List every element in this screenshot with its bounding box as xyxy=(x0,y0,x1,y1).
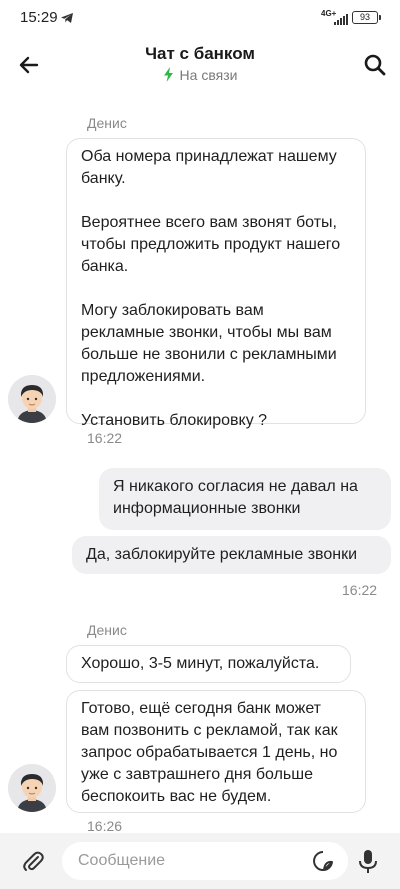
search-icon[interactable] xyxy=(360,50,390,80)
message-timestamp: 16:22 xyxy=(87,430,123,446)
microphone-icon[interactable] xyxy=(358,849,378,880)
paperclip-icon[interactable] xyxy=(20,848,46,879)
sticker-icon[interactable] xyxy=(312,850,334,877)
message-timestamp: 16:22 xyxy=(342,582,378,598)
telegram-icon xyxy=(60,11,74,29)
message-composer: Сообщение xyxy=(0,833,400,889)
chat-header: Чат с банком На связи xyxy=(0,34,400,94)
avatar-icon xyxy=(8,764,56,812)
outgoing-message[interactable]: Я никакого согласия не давал на информац… xyxy=(99,468,391,530)
incoming-message[interactable]: Оба номера принадлежат нашему банку. Вер… xyxy=(66,138,366,429)
message-input[interactable]: Сообщение xyxy=(62,842,348,880)
outgoing-message[interactable]: Да, заблокируйте рекламные звонки xyxy=(72,536,391,574)
message-placeholder: Сообщение xyxy=(78,852,166,869)
incoming-message[interactable]: Готово, ещё сегодня банк может вам позво… xyxy=(66,690,366,813)
message-timestamp: 16:26 xyxy=(87,818,123,834)
battery-indicator: 93 xyxy=(352,11,381,24)
status-time: 15:29 xyxy=(20,9,58,26)
sender-name: Денис xyxy=(87,115,127,131)
lightning-icon xyxy=(163,67,174,85)
signal-icon xyxy=(334,12,348,30)
chat-status: На связи xyxy=(0,67,400,85)
avatar-icon xyxy=(8,375,56,423)
incoming-message[interactable]: Хорошо, 3-5 минут, пожалуйста. xyxy=(66,645,351,683)
status-bar: 15:29 4G+ 93 xyxy=(0,0,400,34)
chat-title: Чат с банком xyxy=(145,44,255,63)
sender-name: Денис xyxy=(87,622,127,638)
chat-status-text: На связи xyxy=(179,67,238,83)
